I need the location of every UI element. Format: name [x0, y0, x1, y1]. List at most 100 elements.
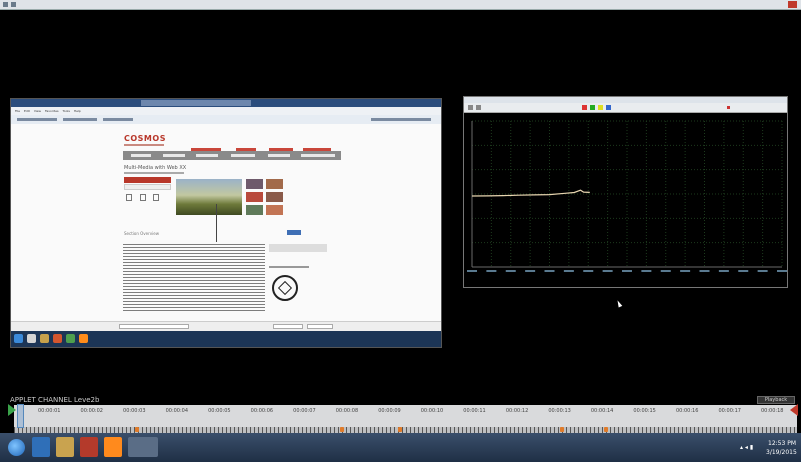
thumbnail[interactable] — [246, 179, 263, 189]
start-button[interactable] — [8, 439, 25, 456]
share-icon[interactable] — [153, 194, 159, 201]
browser-window[interactable]: File Edit View Favorites Tools Help COSMOS Mu… — [10, 98, 442, 348]
timeline-time-label: 00:00:02 — [80, 408, 103, 414]
x-tick-mark — [680, 270, 691, 272]
timeline-time-label: 00:00:16 — [675, 408, 699, 414]
nav-item[interactable] — [301, 154, 335, 157]
breadcrumb[interactable] — [124, 172, 184, 174]
timeline-time-label: 00:00:08 — [335, 408, 359, 414]
timeline-time-label: 00:00:01 — [38, 408, 61, 414]
x-tick-mark — [583, 270, 594, 272]
firefox-icon[interactable] — [79, 334, 88, 343]
nav-item[interactable] — [131, 154, 151, 157]
thumbnail[interactable] — [246, 192, 263, 202]
browser-tools[interactable] — [371, 118, 431, 121]
menu-tools[interactable]: Tools — [63, 109, 70, 113]
media-icon[interactable] — [53, 334, 62, 343]
print-icon[interactable] — [140, 194, 146, 201]
nav-item[interactable] — [268, 154, 290, 157]
zoom-field[interactable] — [273, 324, 303, 329]
info-button[interactable] — [287, 230, 301, 235]
timeline-time-label: 00:00:14 — [590, 408, 614, 414]
favorite-link[interactable] — [63, 118, 97, 121]
site-nav — [123, 151, 341, 160]
x-tick-mark — [505, 270, 516, 272]
x-tick-mark — [525, 270, 536, 272]
favorite-link[interactable] — [103, 118, 133, 121]
active-app[interactable] — [128, 437, 158, 457]
tray-icons[interactable]: ▴ ◂ ▮ — [740, 444, 753, 451]
app-icon — [3, 2, 8, 7]
document-icon[interactable] — [126, 194, 132, 201]
pause-icon[interactable] — [598, 105, 603, 110]
timeline-playhead[interactable] — [17, 404, 24, 428]
timeline-time-label: 00:00:05 — [208, 408, 231, 414]
ie-icon[interactable] — [32, 437, 50, 457]
nav-item[interactable] — [196, 154, 218, 157]
landscape-photo[interactable] — [176, 179, 242, 215]
app-icon[interactable] — [66, 334, 75, 343]
playback-button[interactable]: Playback — [757, 396, 795, 404]
x-tick-mark — [544, 270, 555, 272]
clock-date[interactable]: 3/19/2015 — [766, 449, 797, 456]
x-tick-mark — [757, 270, 768, 272]
plot-area[interactable] — [464, 117, 787, 275]
nav-item[interactable] — [231, 154, 255, 157]
thumbnail[interactable] — [266, 205, 283, 215]
timeline-ruler[interactable]: 00:00:01 00:00:02 00:00:03 00:00:04 00:00:05… — [14, 405, 797, 427]
tool-icon[interactable] — [476, 105, 481, 110]
stop-icon[interactable] — [606, 105, 611, 110]
menu-view[interactable]: View — [34, 109, 41, 113]
marker-icon[interactable] — [727, 106, 730, 109]
menu-edit[interactable]: Edit — [24, 109, 30, 113]
firefox-icon[interactable] — [104, 437, 122, 457]
favorite-link[interactable] — [17, 118, 57, 121]
clock-time[interactable]: 12:53 PM — [768, 440, 796, 447]
menu-help[interactable]: Help — [74, 109, 81, 113]
thumbnail[interactable] — [266, 179, 283, 189]
media-player-icon[interactable] — [80, 437, 98, 457]
timeline-time-label: 00:00:10 — [420, 408, 444, 414]
plot-window[interactable] — [463, 96, 788, 288]
nav-item[interactable] — [163, 154, 185, 157]
plot-footer — [464, 273, 787, 287]
end-marker-icon[interactable] — [790, 404, 798, 416]
start-marker-icon[interactable] — [8, 404, 16, 416]
menu-file[interactable]: File — [15, 109, 20, 113]
sidebar-box — [269, 244, 327, 252]
callout-line — [216, 204, 217, 242]
active-tab[interactable] — [124, 177, 171, 183]
folder-icon[interactable] — [40, 334, 49, 343]
timeline-marker[interactable] — [398, 427, 402, 432]
address-field[interactable] — [119, 324, 189, 329]
close-button[interactable] — [788, 1, 797, 8]
x-tick-mark — [622, 270, 632, 272]
timeline-marker[interactable] — [135, 427, 139, 432]
browser-menu-bar[interactable]: File Edit View Favorites Tools Help — [11, 107, 441, 115]
explorer-icon[interactable] — [27, 334, 36, 343]
site-tagline — [124, 144, 164, 146]
folder-icon[interactable] — [56, 437, 74, 457]
menu-favorites[interactable]: Favorites — [45, 109, 59, 113]
browser-tab[interactable] — [141, 100, 251, 106]
play-icon[interactable] — [590, 105, 595, 110]
page-title: Multi-Media with Web XX — [124, 165, 187, 171]
timeline-marker[interactable] — [560, 427, 564, 432]
timeline-marker[interactable] — [340, 427, 344, 432]
timeline-marker[interactable] — [604, 427, 608, 432]
x-tick-mark — [486, 270, 497, 272]
record-icon[interactable] — [582, 105, 587, 110]
x-tick-mark — [602, 270, 613, 272]
inactive-tab[interactable] — [124, 184, 171, 190]
start-icon[interactable] — [14, 334, 23, 343]
tool-icon[interactable] — [468, 105, 473, 110]
mouse-cursor — [615, 299, 623, 308]
site-logo[interactable]: COSMOS — [124, 134, 166, 143]
thumbnail[interactable] — [246, 205, 263, 215]
menu-icon[interactable] — [11, 2, 16, 7]
timeline-time-label: 00:00:13 — [548, 408, 571, 414]
inner-taskbar — [11, 331, 441, 347]
thumbnail[interactable] — [266, 192, 283, 202]
x-tick-mark — [699, 270, 710, 272]
timeline-time-label: 00:00:06 — [250, 408, 274, 414]
